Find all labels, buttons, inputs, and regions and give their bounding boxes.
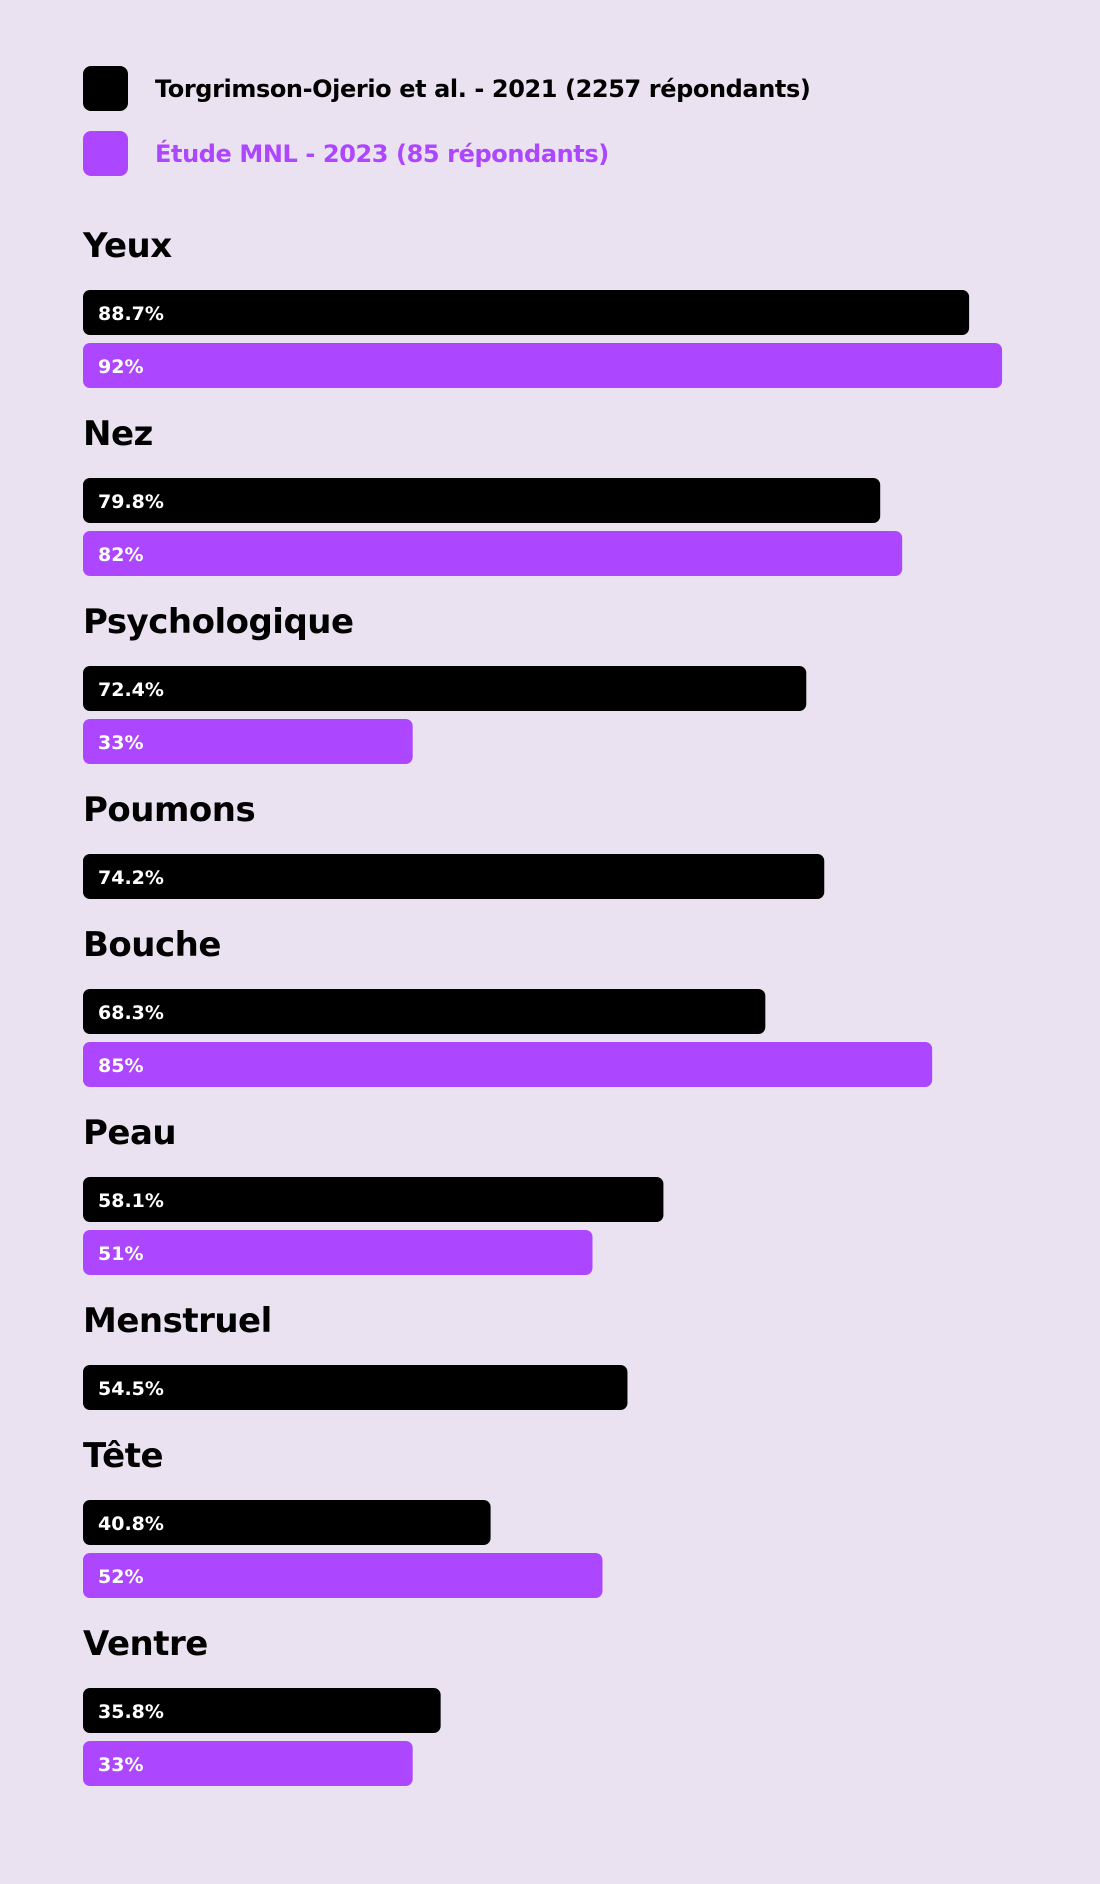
bar-value-label: 33% [98, 732, 143, 754]
bar-value-label: 35.8% [98, 1701, 164, 1723]
bar-value-label: 68.3% [98, 1002, 164, 1024]
bar-value-label: 92% [98, 356, 143, 378]
bar-torgrimson-2021 [83, 1177, 664, 1222]
bar-mnl-2023 [83, 1042, 933, 1087]
legend: Torgrimson-Ojerio et al. - 2021 (2257 ré… [83, 66, 811, 176]
bar-torgrimson-2021 [83, 290, 970, 335]
category-label: Menstruel [83, 1301, 272, 1341]
bar-value-label: 74.2% [98, 867, 164, 889]
category-group: Yeux 88.7% 92% [82, 226, 1003, 388]
bar-torgrimson-2021 [83, 854, 825, 899]
bar-groups: Yeux 88.7% 92% Nez 79.8% 82% Psychologique 72.4… [82, 226, 1003, 1786]
bar-torgrimson-2021 [83, 666, 807, 711]
category-group: Peau 58.1% 51% [83, 1113, 664, 1275]
category-group: Tête 40.8% 52% [83, 1436, 603, 1598]
category-label: Nez [83, 414, 153, 454]
category-group: Nez 79.8% 82% [83, 414, 903, 576]
category-group: Bouche 68.3% 85% [83, 925, 933, 1087]
category-label: Ventre [83, 1624, 208, 1664]
bar-value-label: 51% [98, 1243, 143, 1265]
bar-value-label: 58.1% [98, 1190, 164, 1212]
legend-swatch-2 [83, 131, 128, 176]
category-label: Peau [83, 1113, 176, 1153]
grouped-bar-chart: Torgrimson-Ojerio et al. - 2021 (2257 ré… [82, 66, 1003, 1786]
bar-value-label: 33% [98, 1754, 143, 1776]
category-group: Psychologique 72.4% 33% [83, 602, 807, 764]
category-label: Yeux [82, 226, 172, 266]
bar-mnl-2023 [83, 343, 1003, 388]
category-label: Psychologique [83, 602, 354, 642]
bar-torgrimson-2021 [83, 478, 881, 523]
bar-value-label: 82% [98, 544, 143, 566]
bar-mnl-2023 [83, 1230, 593, 1275]
category-label: Tête [83, 1436, 163, 1476]
bar-value-label: 72.4% [98, 679, 164, 701]
bar-value-label: 79.8% [98, 491, 164, 513]
legend-label-1: Torgrimson-Ojerio et al. - 2021 (2257 ré… [155, 75, 810, 103]
bar-torgrimson-2021 [83, 1365, 628, 1410]
category-label: Bouche [83, 925, 221, 965]
bar-mnl-2023 [83, 1553, 603, 1598]
legend-label-2: Étude MNL - 2023 (85 répondants) [155, 139, 609, 168]
bar-value-label: 88.7% [98, 303, 164, 325]
bar-mnl-2023 [83, 531, 903, 576]
bar-value-label: 40.8% [98, 1513, 164, 1535]
category-group: Poumons 74.2% [83, 790, 825, 899]
category-group: Menstruel 54.5% [83, 1301, 628, 1410]
bar-value-label: 52% [98, 1566, 143, 1588]
bar-value-label: 85% [98, 1055, 143, 1077]
bar-value-label: 54.5% [98, 1378, 164, 1400]
category-group: Ventre 35.8% 33% [83, 1624, 441, 1786]
legend-swatch-1 [83, 66, 128, 111]
bar-torgrimson-2021 [83, 989, 766, 1034]
category-label: Poumons [83, 790, 255, 830]
